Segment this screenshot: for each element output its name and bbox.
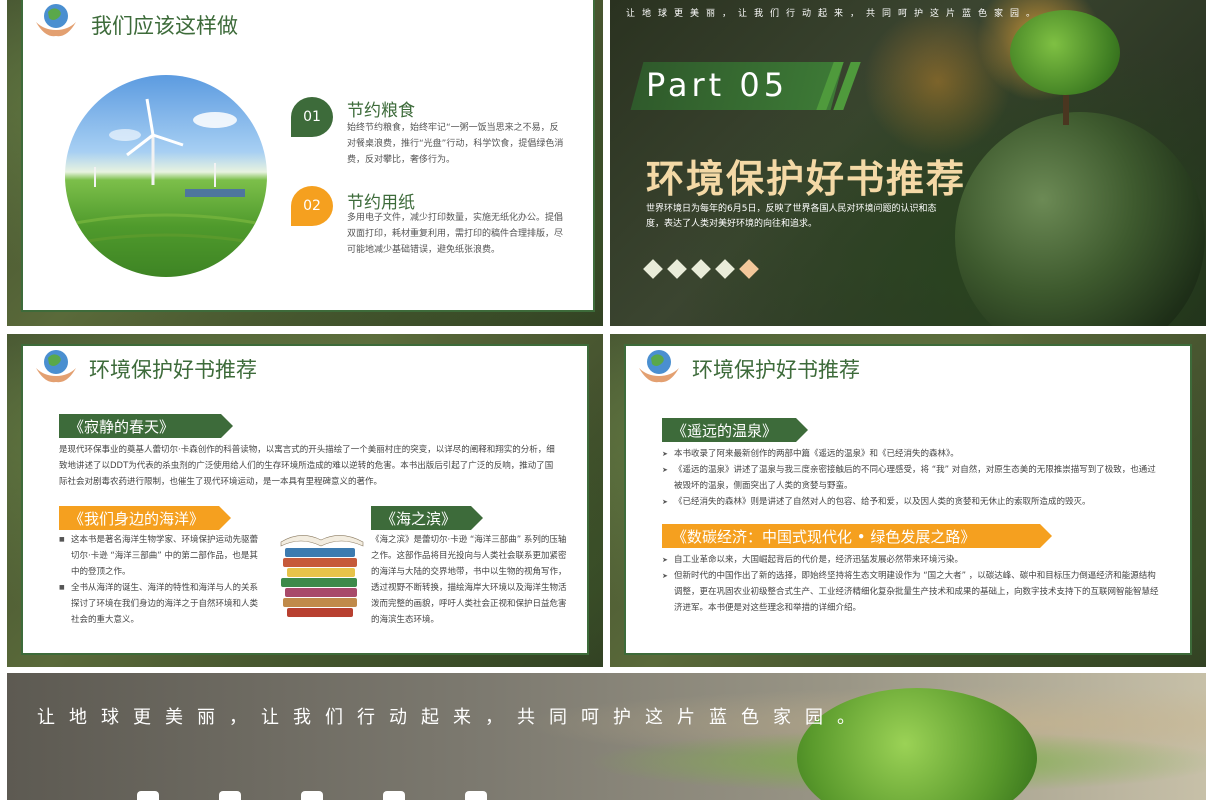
book-stack-image <box>275 524 367 624</box>
book-title-ribbon: 《寂静的春天》 <box>59 414 233 438</box>
indicator-diamond-active <box>739 259 759 279</box>
letter-top <box>301 791 323 800</box>
earth-hands-logo-icon <box>639 350 679 383</box>
letter-top <box>219 791 241 800</box>
item-number-badge: 02 <box>291 186 333 226</box>
letter-top <box>137 791 159 800</box>
slide-caption: 让地球更美丽，让我们行动起来，共同呵护这片蓝色家园。 <box>626 9 1043 19</box>
bullet-item: 自工业革命以来，大国崛起背后的代价是，经济迅猛发展必然带来环境污染。 <box>662 552 1162 568</box>
slide-caption: 让地球更美丽，让我们行动起来，共同呵护这片蓝色家园。 <box>37 707 869 728</box>
slide-we-should-do[interactable]: 我们应该这样做 01 节约粮食 始终节约粮食，始终牢记“一粥一饭当思来之不易，反… <box>7 0 603 326</box>
book-description: 是现代环保事业的奠基人蕾切尔·卡森创作的科普读物，以寓言式的开头描绘了一个美丽村… <box>59 445 555 487</box>
section-title: 环境保护好书推荐 <box>646 156 967 201</box>
slide-book-recommend-1[interactable]: 环境保护好书推荐 《寂静的春天》 是现代环保事业的奠基人蕾切尔·卡森创作的科普读… <box>7 334 603 667</box>
book-bullets: 这本书是著名海洋生物学家、环境保护运动先驱蕾切尔·卡逊 “海洋三部曲” 中的第二… <box>59 532 265 628</box>
slide-book-recommend-2[interactable]: 环境保护好书推荐 《遥远的温泉》 本书收录了阿来最新创作的两部中篇《遥远的温泉》… <box>610 334 1206 667</box>
bullet-item: 《遥远的温泉》讲述了温泉与我三度亲密接触后的不同心理感受，将 “我” 对自然，对… <box>662 462 1162 494</box>
letter-top <box>465 791 487 800</box>
bullet-item: 但新时代的中国作出了新的选择，即始终坚持将生态文明建设作为 “国之大者” ，以碳… <box>662 568 1162 616</box>
book-title-ribbon: 《数碳经济：中国式现代化 • 绿色发展之路》 <box>662 524 1052 548</box>
book-description: 《海之滨》是蕾切尔·卡逊 “海洋三部曲” 系列的压轴之作。这部作品将目光投向与人… <box>371 535 567 625</box>
bullet-item: 本书收录了阿来最新创作的两部中篇《遥远的温泉》和《已经消失的森林》。 <box>662 446 1162 462</box>
book-title-ribbon: 《我们身边的海洋》 <box>59 506 231 530</box>
part-label: Part 05 <box>646 66 789 104</box>
slide-card: 环境保护好书推荐 《遥远的温泉》 本书收录了阿来最新创作的两部中篇《遥远的温泉》… <box>624 344 1192 655</box>
indicator-diamond <box>715 259 735 279</box>
slide-title: 环境保护好书推荐 <box>692 358 860 382</box>
slide-title: 我们应该这样做 <box>91 14 238 38</box>
book-title-ribbon: 《遥远的温泉》 <box>662 418 808 442</box>
slide-closing-cover[interactable]: 让地球更美丽，让我们行动起来，共同呵护这片蓝色家园。 <box>7 673 1206 800</box>
slide-card: 环境保护好书推荐 《寂静的春天》 是现代环保事业的奠基人蕾切尔·卡森创作的科普读… <box>21 344 589 655</box>
bullet-item: 《已经消失的森林》则是讲述了自然对人的包容、给予和爱，以及因人类的贪婪和无休止的… <box>662 494 1162 510</box>
globe-image <box>955 112 1205 326</box>
bullet-item: 全书从海洋的诞生、海洋的特性和海洋与人的关系探讨了环境在我们身边的海洋之于自然环… <box>59 580 265 628</box>
title-letters-partial <box>137 791 487 800</box>
slide-part-05-cover[interactable]: 让地球更美丽，让我们行动起来，共同呵护这片蓝色家园。 Part 05 环境保护好… <box>610 0 1206 326</box>
book-bullets: 本书收录了阿来最新创作的两部中篇《遥远的温泉》和《已经消失的森林》。 《遥远的温… <box>662 446 1162 510</box>
page-indicator <box>643 259 759 279</box>
indicator-diamond <box>691 259 711 279</box>
indicator-diamond <box>643 259 663 279</box>
slide-card: 我们应该这样做 01 节约粮食 始终节约粮食，始终牢记“一粥一饭当思来之不易，反… <box>21 0 595 312</box>
section-description: 世界环境日为每年的6月5日，反映了世界各国人民对环境问题的认识和态度，表达了人类… <box>646 204 937 229</box>
letter-top <box>383 791 405 800</box>
item-text: 始终节约粮食，始终牢记“一粥一饭当思来之不易，反对餐桌浪费，推行“光盘”行动，科… <box>347 123 564 165</box>
wind-turbine-field-image <box>65 75 267 277</box>
tree-image <box>1010 10 1120 95</box>
book-title-ribbon: 《海之滨》 <box>371 506 483 530</box>
indicator-diamond <box>667 259 687 279</box>
bullet-item: 这本书是著名海洋生物学家、环境保护运动先驱蕾切尔·卡逊 “海洋三部曲” 中的第二… <box>59 532 265 580</box>
earth-hands-logo-icon <box>36 4 76 37</box>
item-number-badge: 01 <box>291 97 333 137</box>
slide-title: 环境保护好书推荐 <box>89 358 257 382</box>
book-bullets: 自工业革命以来，大国崛起背后的代价是，经济迅猛发展必然带来环境污染。 但新时代的… <box>662 552 1162 616</box>
item-title: 节约粮食 <box>347 101 415 121</box>
earth-hands-logo-icon <box>36 350 76 383</box>
item-text: 多用电子文件，减少打印数量，实施无纸化办公。提倡双面打印，耗材重复利用，需打印的… <box>347 213 564 255</box>
